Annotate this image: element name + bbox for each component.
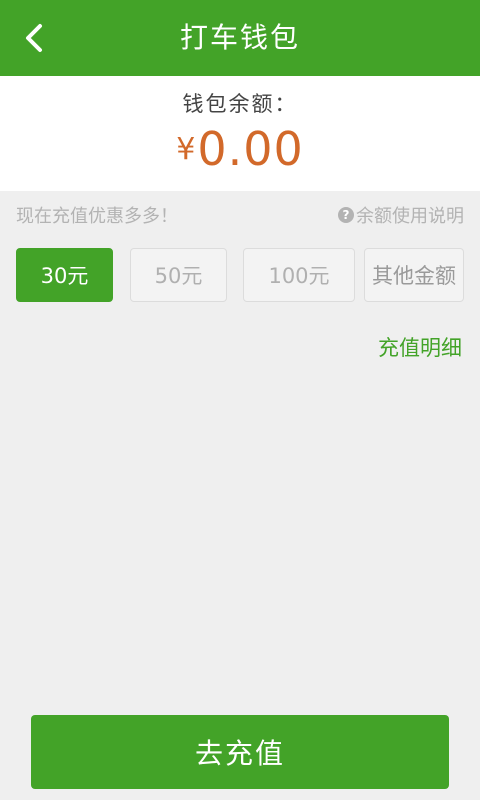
- promo-row: 现在充值优惠多多！ ? 余额使用说明: [16, 200, 464, 230]
- balance-help-link[interactable]: ? 余额使用说明: [338, 202, 464, 228]
- wallet-screen: 打车钱包 钱包余额： ¥0.00 现在充值优惠多多！ ? 余额使用说明 30元 …: [0, 0, 480, 800]
- amount-option-label: 100元: [268, 264, 330, 288]
- amount-option-other[interactable]: 其他金额: [364, 248, 464, 302]
- balance-label: 钱包余额：: [182, 92, 298, 116]
- page-title: 打车钱包: [179, 21, 300, 54]
- promo-text: 现在充值优惠多多！: [16, 206, 178, 227]
- amount-option-label: 其他金额: [372, 264, 456, 288]
- help-link-label: 余额使用说明: [356, 206, 464, 227]
- amount-option-label: 30元: [40, 264, 89, 288]
- recharge-button-label: 去充值: [194, 737, 285, 770]
- recharge-button[interactable]: 去充值: [31, 715, 449, 789]
- balance-card: 钱包余额： ¥0.00: [0, 76, 480, 191]
- recharge-detail-link[interactable]: 充值明细: [378, 332, 462, 362]
- amount-option-label: 50元: [154, 264, 203, 288]
- top-bar: 打车钱包: [0, 0, 480, 76]
- balance-value: 0.00: [197, 122, 304, 176]
- amount-option-30[interactable]: 30元: [16, 248, 113, 302]
- amount-option-50[interactable]: 50元: [130, 248, 227, 302]
- amount-option-100[interactable]: 100元: [243, 248, 355, 302]
- question-circle-icon: ?: [338, 207, 354, 223]
- currency-symbol: ¥: [176, 132, 196, 167]
- balance-amount: ¥0.00: [0, 122, 480, 176]
